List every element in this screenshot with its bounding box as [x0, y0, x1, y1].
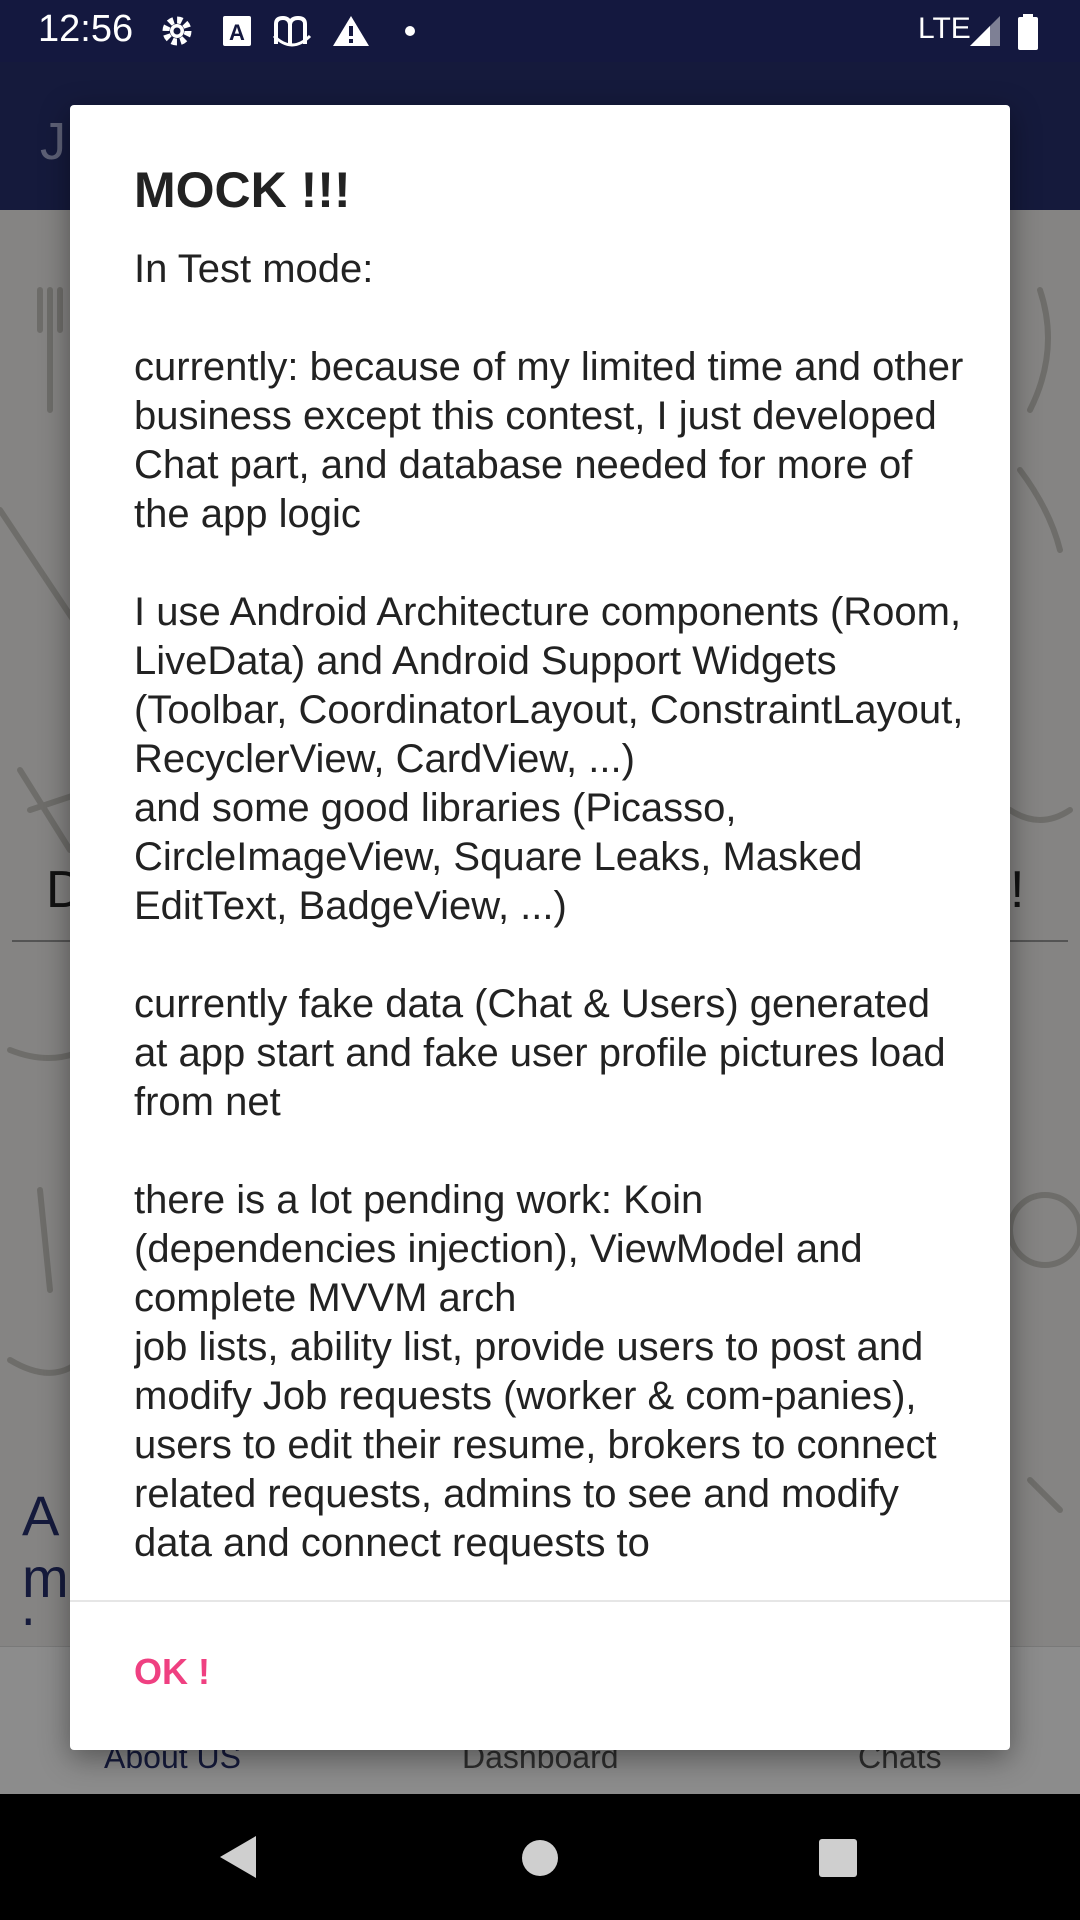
battery-icon: [1018, 14, 1038, 50]
status-bar: 12:56 A LTE: [0, 0, 1080, 62]
recents-icon[interactable]: [818, 1838, 858, 1878]
dot-icon: [405, 26, 415, 36]
back-icon[interactable]: [216, 1834, 260, 1880]
font-a-icon: A: [223, 16, 251, 46]
dialog-title: MOCK !!!: [134, 162, 351, 218]
dialog-divider: [70, 1600, 1010, 1602]
signal-icon: [970, 16, 1000, 46]
system-navigation-bar: [0, 1794, 1080, 1920]
svg-text:A: A: [229, 20, 245, 45]
m-app-icon: [272, 15, 312, 47]
network-label: LTE: [918, 12, 971, 45]
dialog-message[interactable]: In Test mode: currently: because of my l…: [134, 245, 964, 1603]
gear-icon: [162, 16, 192, 46]
status-time: 12:56: [38, 8, 134, 50]
ok-button[interactable]: OK !: [118, 1643, 226, 1701]
mock-dialog: MOCK !!! In Test mode: currently: becaus…: [70, 105, 1010, 1750]
warning-icon: [333, 16, 369, 46]
home-icon[interactable]: [520, 1838, 560, 1878]
